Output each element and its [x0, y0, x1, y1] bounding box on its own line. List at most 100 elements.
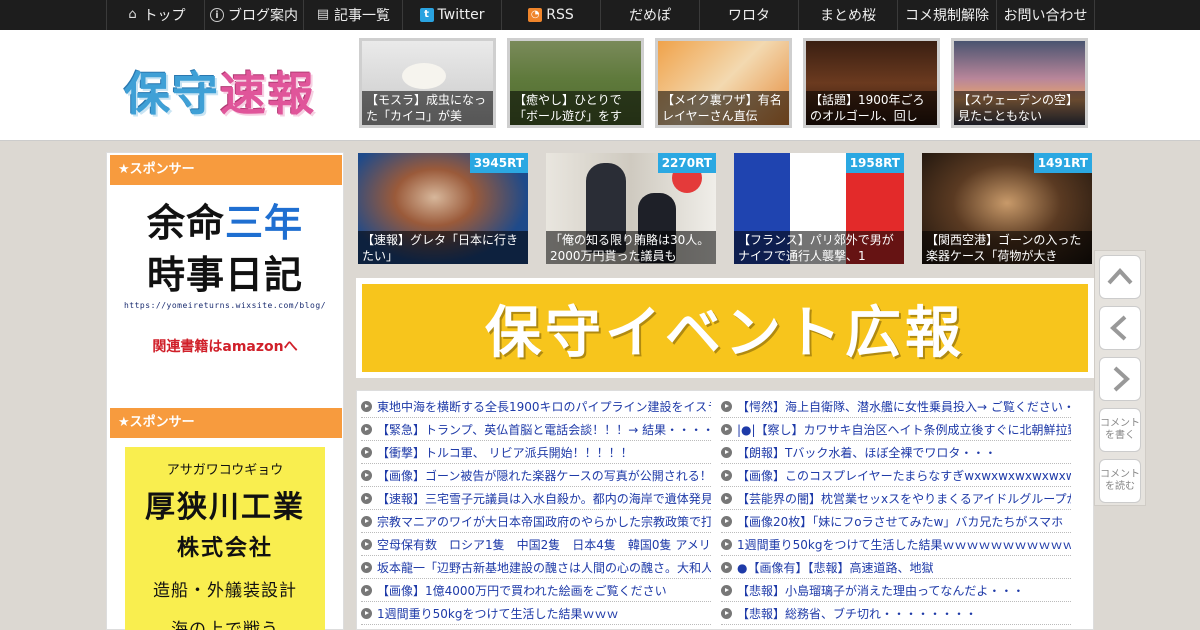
article-link-text: 空母保有数 ロシア1隻 中国2隻 日本4隻 韓国0隻 アメリカ [377, 537, 711, 552]
nav-item-matome-sakura[interactable]: まとめ桜 [798, 0, 897, 30]
nav-item-top[interactable]: ⌂ トップ [106, 0, 204, 30]
chevron-left-icon [1110, 315, 1127, 341]
rt-badge: 2270RT [657, 153, 716, 173]
thumb-caption: 【癒やし】ひとりで「ボール遊び」をす [510, 91, 641, 125]
sponsor-ad-asagawa[interactable]: アサガワコウギョウ 厚狭川工業 株式会社 造船・外艤装設計 海の上で戦う [125, 447, 325, 630]
sponsor-ad-yomei[interactable]: 余命三年 時事日記 https://yomeireturns.wixsite.c… [107, 197, 343, 356]
rt-badge: 3945RT [469, 153, 528, 173]
article-link-text: 【悲報】総務省、ブチ切れ・・・・・・・・ [737, 606, 978, 621]
top-nav-inner: ⌂ トップ i ブログ案内 ▤ 記事一覧 t Twitter ◔ RSS だめぽ… [106, 0, 1096, 30]
twitter-icon: t [419, 8, 434, 22]
nav-item-twitter[interactable]: t Twitter [402, 0, 501, 30]
header-thumb[interactable]: 【話題】1900年ごろのオルゴール、回し [803, 38, 940, 128]
logo-part1: 保守 [124, 67, 220, 121]
arrow-bullet-icon [721, 492, 732, 504]
article-link-text: |●|【察し】カワサキ自治区ヘイト条例成立後すぐに北朝鮮拉致 [737, 422, 1071, 437]
nav-item-contact[interactable]: お問い合わせ [996, 0, 1095, 30]
article-link[interactable]: 【朗報】Tバック水着、ほぼ全裸でワロタ・・・ [721, 441, 1071, 464]
arrow-bullet-icon [361, 538, 372, 550]
next-button[interactable] [1099, 357, 1141, 401]
ad-url: https://yomeireturns.wixsite.com/blog/ [123, 301, 327, 310]
rt-caption: 【関西空港】ゴーンの入った楽器ケース「荷物が大き [922, 231, 1092, 264]
article-link[interactable]: 【愕然】海上自衛隊、潜水艦に女性乗員投入→ ご覧ください・ [721, 395, 1071, 418]
list-icon: ▤ [316, 7, 330, 22]
ranking-tile[interactable]: 3945RT 【速報】グレタ「日本に行きたい」 [358, 153, 528, 264]
article-link-text: 【朗報】Tバック水着、ほぼ全裸でワロタ・・・ [737, 445, 997, 460]
article-link[interactable]: 宗教マニアのワイが大日本帝国政府のやらかした宗教政策で打 [361, 510, 711, 533]
sponsor-heading: ★スポンサー [110, 408, 342, 438]
article-link[interactable]: 空母保有数 ロシア1隻 中国2隻 日本4隻 韓国0隻 アメリカ [361, 533, 711, 556]
nav-item-rss[interactable]: ◔ RSS [501, 0, 600, 30]
article-link[interactable]: 【画像】1億4000万円で買われた絵画をご覧ください [361, 579, 711, 602]
article-link[interactable]: 【悲報】総務省、ブチ切れ・・・・・・・・ [721, 602, 1071, 625]
ranking-tile[interactable]: 1491RT 【関西空港】ゴーンの入った楽器ケース「荷物が大き [922, 153, 1092, 264]
article-link-text: 坂本龍一「辺野古新基地建設の醜さは人間の心の醜さ。大和人 [377, 560, 711, 575]
article-link[interactable]: 【速報】三宅雪子元議員は入水自殺か。都内の海岸で遺体発見 [361, 487, 711, 510]
scroll-top-button[interactable] [1099, 255, 1141, 299]
article-link[interactable]: |●|【察し】カワサキ自治区ヘイト条例成立後すぐに北朝鮮拉致 [721, 418, 1071, 441]
ranking-tile[interactable]: 2270RT 「俺の知る限り賄賂は30人。2000万円貰った議員も [546, 153, 716, 264]
article-link-text: 【速報】三宅雪子元議員は入水自殺か。都内の海岸で遺体発見 [377, 491, 711, 506]
nav-item-blog-guide[interactable]: i ブログ案内 [204, 0, 303, 30]
header-thumb[interactable]: 【スウェーデンの空】見たこともない [951, 38, 1088, 128]
thumb-caption: 【話題】1900年ごろのオルゴール、回し [806, 91, 937, 125]
site-logo[interactable]: 保守速報 [124, 58, 316, 124]
read-comment-button[interactable]: コメントを読む [1099, 459, 1141, 503]
article-link[interactable]: 【画像】ゴーン被告が隠れた楽器ケースの写真が公開される！ [361, 464, 711, 487]
thumb-image [402, 63, 446, 89]
article-link[interactable]: 1週間重り50kgをつけて生活した結果ｗｗｗｗｗｗｗｗｗｗｗ [721, 533, 1071, 556]
article-link-text: 【画像】ゴーン被告が隠れた楽器ケースの写真が公開される！ [377, 468, 711, 483]
arrow-bullet-icon [721, 561, 732, 573]
arrow-bullet-icon [721, 446, 732, 458]
rt-caption: 【フランス】パリ郊外で男がナイフで通行人襲撃、1 [734, 231, 904, 264]
ad-line1-b: 三年 [225, 201, 304, 245]
header-thumb[interactable]: 【モスラ】成虫になった「カイコ」が美 [359, 38, 496, 128]
arrow-bullet-icon [721, 423, 732, 435]
ranking-tile[interactable]: 1958RT 【フランス】パリ郊外で男がナイフで通行人襲撃、1 [734, 153, 904, 264]
article-link-text: 1週間重り50kgをつけて生活した結果ｗｗｗ [377, 606, 619, 621]
info-icon: i [210, 8, 224, 22]
rt-badge: 1958RT [845, 153, 904, 173]
arrow-bullet-icon [361, 400, 372, 412]
article-link[interactable]: 【衝撃】トルコ軍、 リビア派兵開始！！！！！ [361, 441, 711, 464]
ad-line2: 時事日記 [146, 253, 303, 297]
nav-item-article-list[interactable]: ▤ 記事一覧 [303, 0, 402, 30]
article-link[interactable]: ●【画像有】【悲報】高速道路、地獄 [721, 556, 1071, 579]
nav-item-label: お問い合わせ [1003, 8, 1088, 24]
arrow-bullet-icon [361, 446, 372, 458]
article-link[interactable]: 【画像】このコスプレイヤーたまらなすぎwxwxwxwxwxwxwxwxw [721, 464, 1071, 487]
prev-button[interactable] [1099, 306, 1141, 350]
nav-item-label: Twitter [437, 7, 485, 23]
nav-item-label: 記事一覧 [334, 8, 390, 24]
article-link[interactable]: 東地中海を横断する全長1900キロのパイプライン建設をイスラ [361, 395, 711, 418]
arrow-bullet-icon [361, 515, 372, 527]
article-link[interactable]: 【悲報】小島瑠璃子が消えた理由ってなんだよ・・・ [721, 579, 1071, 602]
article-link[interactable]: 【画像20枚】「妹にフoラさせてみたw」バカ兄たちがスマホ [721, 510, 1071, 533]
arrow-bullet-icon [721, 538, 732, 550]
header-thumb[interactable]: 【癒やし】ひとりで「ボール遊び」をす [507, 38, 644, 128]
article-link[interactable]: 【芸能界の闇】枕営業セッxスをやりまくるアイドルグループが [721, 487, 1071, 510]
nav-item-label: トップ [143, 8, 186, 24]
arrow-bullet-icon [721, 584, 732, 596]
chevron-up-icon [1107, 268, 1133, 285]
article-link[interactable]: 1週間重り50kgをつけて生活した結果ｗｗｗ [361, 602, 711, 625]
home-icon: ⌂ [128, 7, 137, 22]
rt-caption: 【速報】グレタ「日本に行きたい」 [358, 231, 528, 264]
left-sidebar: ★スポンサー 余命三年 時事日記 https://yomeireturns.wi… [106, 152, 344, 630]
arrow-bullet-icon [361, 423, 372, 435]
event-banner[interactable]: 保守イベント広報 [356, 278, 1094, 378]
article-link[interactable]: 【緊急】トランプ、英仏首脳と電話会談！！！→ 結果・・・・ [361, 418, 711, 441]
sponsor-heading: ★スポンサー [110, 155, 342, 185]
write-comment-button[interactable]: コメントを書く [1099, 408, 1141, 452]
ad-amazon-link[interactable]: 関連書籍はamazonへ [107, 336, 343, 356]
rt-caption: 「俺の知る限り賄賂は30人。2000万円貰った議員も [546, 231, 716, 264]
nav-item-comment-unblock[interactable]: コメ規制解除 [897, 0, 996, 30]
link-list-panel: 東地中海を横断する全長1900キロのパイプライン建設をイスラ 【緊急】トランプ、英… [356, 390, 1094, 630]
thumb-caption: 【メイク裏ワザ】有名レイヤーさん直伝 [658, 91, 789, 125]
header-thumb[interactable]: 【メイク裏ワザ】有名レイヤーさん直伝 [655, 38, 792, 128]
nav-item-damepo[interactable]: だめぽ [600, 0, 699, 30]
article-link-text: 【悲報】小島瑠璃子が消えた理由ってなんだよ・・・ [737, 583, 1025, 598]
nav-item-warota[interactable]: ワロタ [699, 0, 798, 30]
article-link[interactable]: 坂本龍一「辺野古新基地建設の醜さは人間の心の醜さ。大和人 [361, 556, 711, 579]
nav-item-label: まとめ桜 [820, 8, 876, 24]
